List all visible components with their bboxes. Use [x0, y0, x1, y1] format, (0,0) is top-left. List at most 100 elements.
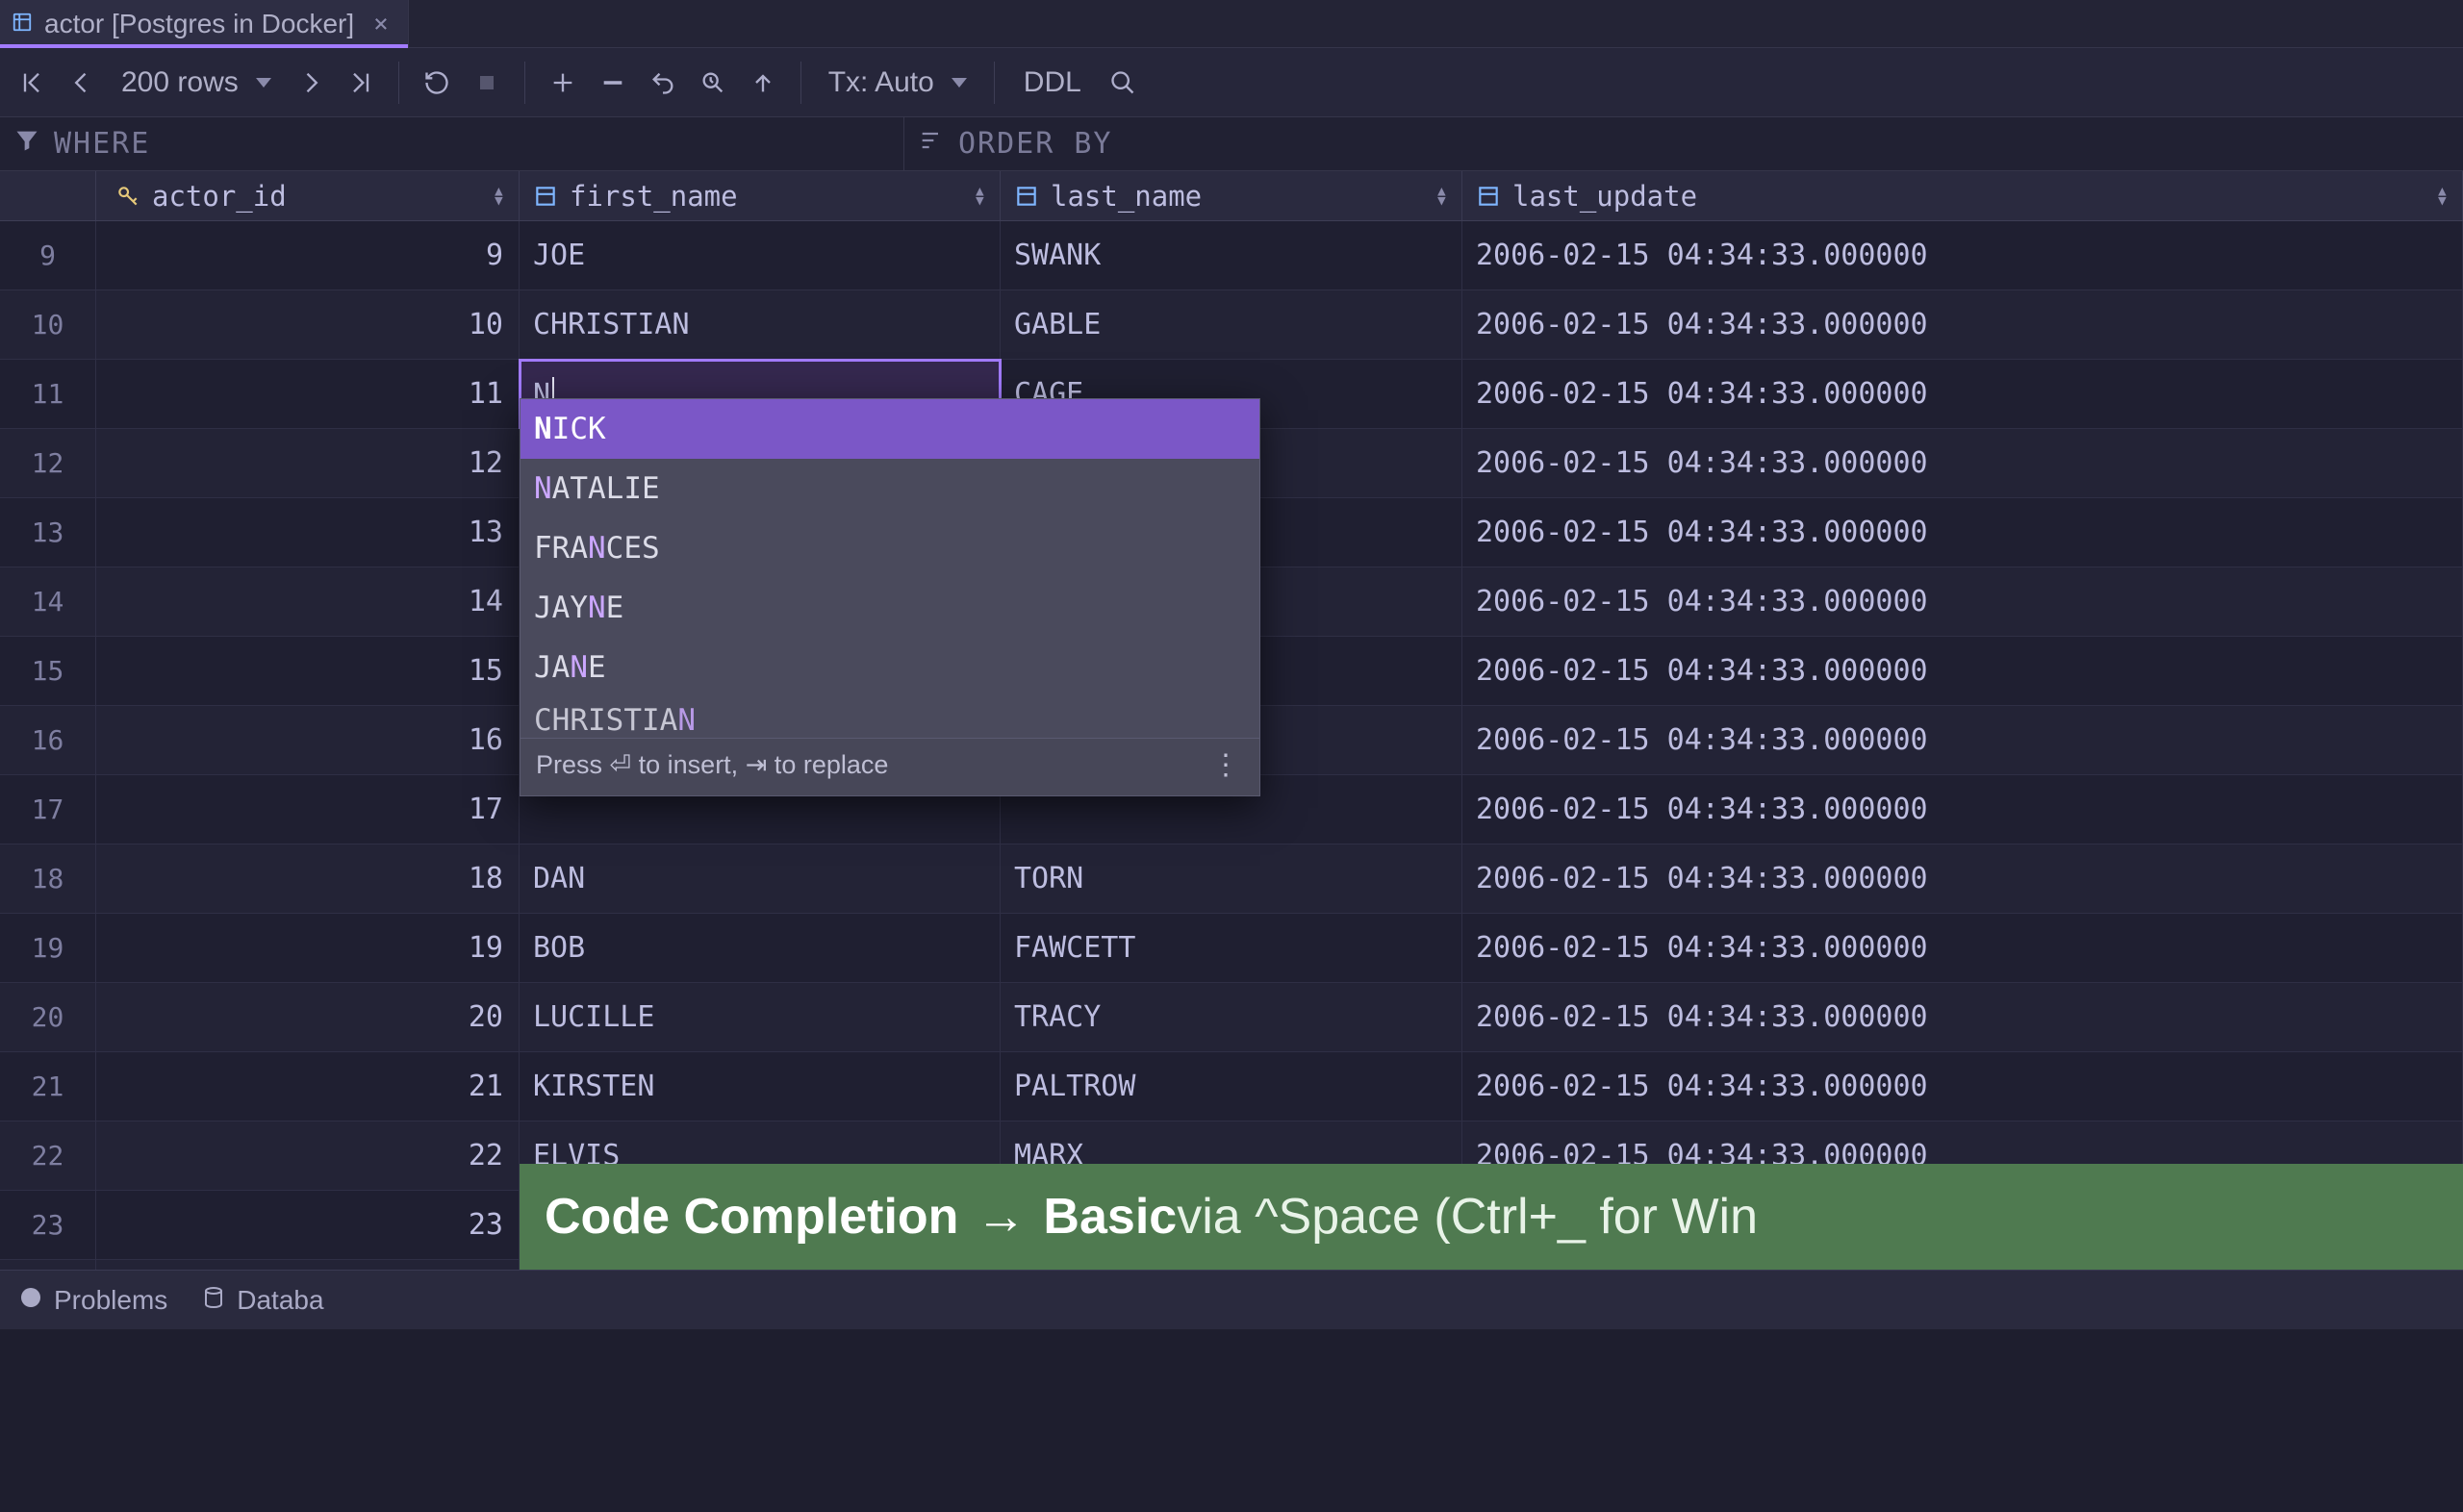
reload-button[interactable] [413, 59, 461, 107]
sort-icon [918, 125, 945, 164]
cell-actor-id[interactable]: 19 [96, 914, 520, 982]
column-header-last-name[interactable]: last_name ▴▾ [1001, 171, 1462, 220]
cell-last-update[interactable]: 2006-02-15 04:34:33.000000 [1462, 775, 2463, 844]
autocomplete-item[interactable]: JANE [521, 638, 1259, 697]
row-number[interactable]: 16 [0, 706, 96, 774]
column-header-last-update[interactable]: last_update ▴▾ [1462, 171, 2463, 220]
add-row-button[interactable] [539, 59, 587, 107]
row-number[interactable]: 14 [0, 567, 96, 636]
row-number[interactable]: 23 [0, 1191, 96, 1259]
cell-last-name[interactable]: SWANK [1001, 221, 1462, 290]
cell-last-update[interactable]: 2006-02-15 04:34:33.000000 [1462, 360, 2463, 428]
cell-first-name[interactable]: CHRISTIAN [520, 290, 1001, 359]
autocomplete-popup: NICKNATALIEFRANCESJAYNEJANECHRISTIAN Pre… [520, 398, 1260, 796]
cell-actor-id[interactable]: 20 [96, 983, 520, 1051]
cell-actor-id[interactable]: 10 [96, 290, 520, 359]
toolbar-separator [524, 62, 525, 104]
autocomplete-item[interactable]: CHRISTIAN [521, 697, 1259, 738]
cell-last-name[interactable]: TORN [1001, 844, 1462, 913]
ddl-button[interactable]: DDL [1008, 66, 1097, 99]
cell-actor-id[interactable]: 16 [96, 706, 520, 774]
filter-icon [13, 125, 40, 164]
row-number[interactable]: 21 [0, 1052, 96, 1121]
where-filter-input[interactable]: WHERE [0, 117, 904, 170]
cell-last-update[interactable]: 2006-02-15 04:34:33.000000 [1462, 290, 2463, 359]
close-icon[interactable]: × [373, 10, 389, 38]
cell-last-update[interactable]: 2006-02-15 04:34:33.000000 [1462, 221, 2463, 290]
table-row: 2020LUCILLETRACY2006-02-15 04:34:33.0000… [0, 983, 2463, 1052]
row-number[interactable]: 13 [0, 498, 96, 567]
cell-actor-id[interactable]: 17 [96, 775, 520, 844]
cell-last-update[interactable]: 2006-02-15 04:34:33.000000 [1462, 706, 2463, 774]
more-icon[interactable]: ⋮ [1211, 748, 1242, 782]
cell-last-name[interactable]: FAWCETT [1001, 914, 1462, 982]
autocomplete-item[interactable]: FRANCES [521, 518, 1259, 578]
row-number[interactable]: 17 [0, 775, 96, 844]
cell-first-name[interactable]: JOE [520, 221, 1001, 290]
last-page-button[interactable] [337, 59, 385, 107]
cell-first-name[interactable]: DAN [520, 844, 1001, 913]
prev-page-button[interactable] [58, 59, 106, 107]
cell-actor-id[interactable]: 9 [96, 221, 520, 290]
autocomplete-item[interactable]: NATALIE [521, 459, 1259, 518]
toolbar-separator [994, 62, 995, 104]
cell-last-name[interactable]: PALTROW [1001, 1052, 1462, 1121]
cell-last-update[interactable]: 2006-02-15 04:34:33.000000 [1462, 914, 2463, 982]
cell-actor-id[interactable]: 22 [96, 1121, 520, 1190]
revert-button[interactable] [639, 59, 687, 107]
cell-last-name[interactable]: GABLE [1001, 290, 1462, 359]
column-header-first-name[interactable]: first_name ▴▾ [520, 171, 1001, 220]
next-page-button[interactable] [287, 59, 335, 107]
delete-row-button[interactable] [589, 59, 637, 107]
page-size-dropdown[interactable]: 200 rows [108, 59, 285, 107]
row-number[interactable]: 9 [0, 221, 96, 290]
cell-actor-id[interactable]: 14 [96, 567, 520, 636]
cell-first-name[interactable]: KIRSTEN [520, 1052, 1001, 1121]
autocomplete-item[interactable]: NICK [521, 399, 1259, 459]
row-number[interactable]: 18 [0, 844, 96, 913]
row-number[interactable]: 20 [0, 983, 96, 1051]
tx-mode-dropdown[interactable]: Tx: Auto [815, 59, 980, 107]
cell-first-name[interactable]: BOB [520, 914, 1001, 982]
cell-actor-id[interactable]: 12 [96, 429, 520, 497]
status-problems[interactable]: Problems [19, 1285, 167, 1316]
row-number[interactable]: 22 [0, 1121, 96, 1190]
cell-actor-id[interactable]: 18 [96, 844, 520, 913]
submit-button[interactable] [739, 59, 787, 107]
row-number[interactable]: 10 [0, 290, 96, 359]
filter-bar: WHERE ORDER BY [0, 117, 2463, 171]
row-number[interactable]: 19 [0, 914, 96, 982]
cell-actor-id[interactable]: 23 [96, 1191, 520, 1259]
row-number[interactable]: 12 [0, 429, 96, 497]
cell-actor-id[interactable]: 13 [96, 498, 520, 567]
row-number-header[interactable] [0, 171, 96, 220]
cell-actor-id[interactable]: 15 [96, 637, 520, 705]
autocomplete-item[interactable]: JAYNE [521, 578, 1259, 638]
toolbar-separator [398, 62, 399, 104]
preview-pending-button[interactable] [689, 59, 737, 107]
cell-first-name[interactable]: LUCILLE [520, 983, 1001, 1051]
cell-actor-id[interactable]: 11 [96, 360, 520, 428]
row-number[interactable]: 15 [0, 637, 96, 705]
cell-last-update[interactable]: 2006-02-15 04:34:33.000000 [1462, 1052, 2463, 1121]
editor-tab-actor[interactable]: actor [Postgres in Docker] × [0, 0, 409, 47]
cell-last-update[interactable]: 2006-02-15 04:34:33.000000 [1462, 844, 2463, 913]
first-page-button[interactable] [8, 59, 56, 107]
search-button[interactable] [1099, 59, 1147, 107]
data-grid: actor_id ▴▾ first_name ▴▾ last_name ▴▾ l… [0, 171, 2463, 1329]
column-header-actor-id[interactable]: actor_id ▴▾ [96, 171, 520, 220]
row-number[interactable]: 11 [0, 360, 96, 428]
cell-actor-id[interactable]: 21 [96, 1052, 520, 1121]
status-database[interactable]: Databa [202, 1285, 323, 1316]
orderby-filter-input[interactable]: ORDER BY [904, 117, 2463, 170]
sort-indicator-icon: ▴▾ [493, 187, 505, 206]
toolbar-separator [800, 62, 801, 104]
cell-last-update[interactable]: 2006-02-15 04:34:33.000000 [1462, 637, 2463, 705]
stop-button[interactable] [463, 59, 511, 107]
cell-last-name[interactable]: TRACY [1001, 983, 1462, 1051]
cell-last-update[interactable]: 2006-02-15 04:34:33.000000 [1462, 498, 2463, 567]
table-row: 1919BOBFAWCETT2006-02-15 04:34:33.000000 [0, 914, 2463, 983]
cell-last-update[interactable]: 2006-02-15 04:34:33.000000 [1462, 429, 2463, 497]
cell-last-update[interactable]: 2006-02-15 04:34:33.000000 [1462, 983, 2463, 1051]
cell-last-update[interactable]: 2006-02-15 04:34:33.000000 [1462, 567, 2463, 636]
